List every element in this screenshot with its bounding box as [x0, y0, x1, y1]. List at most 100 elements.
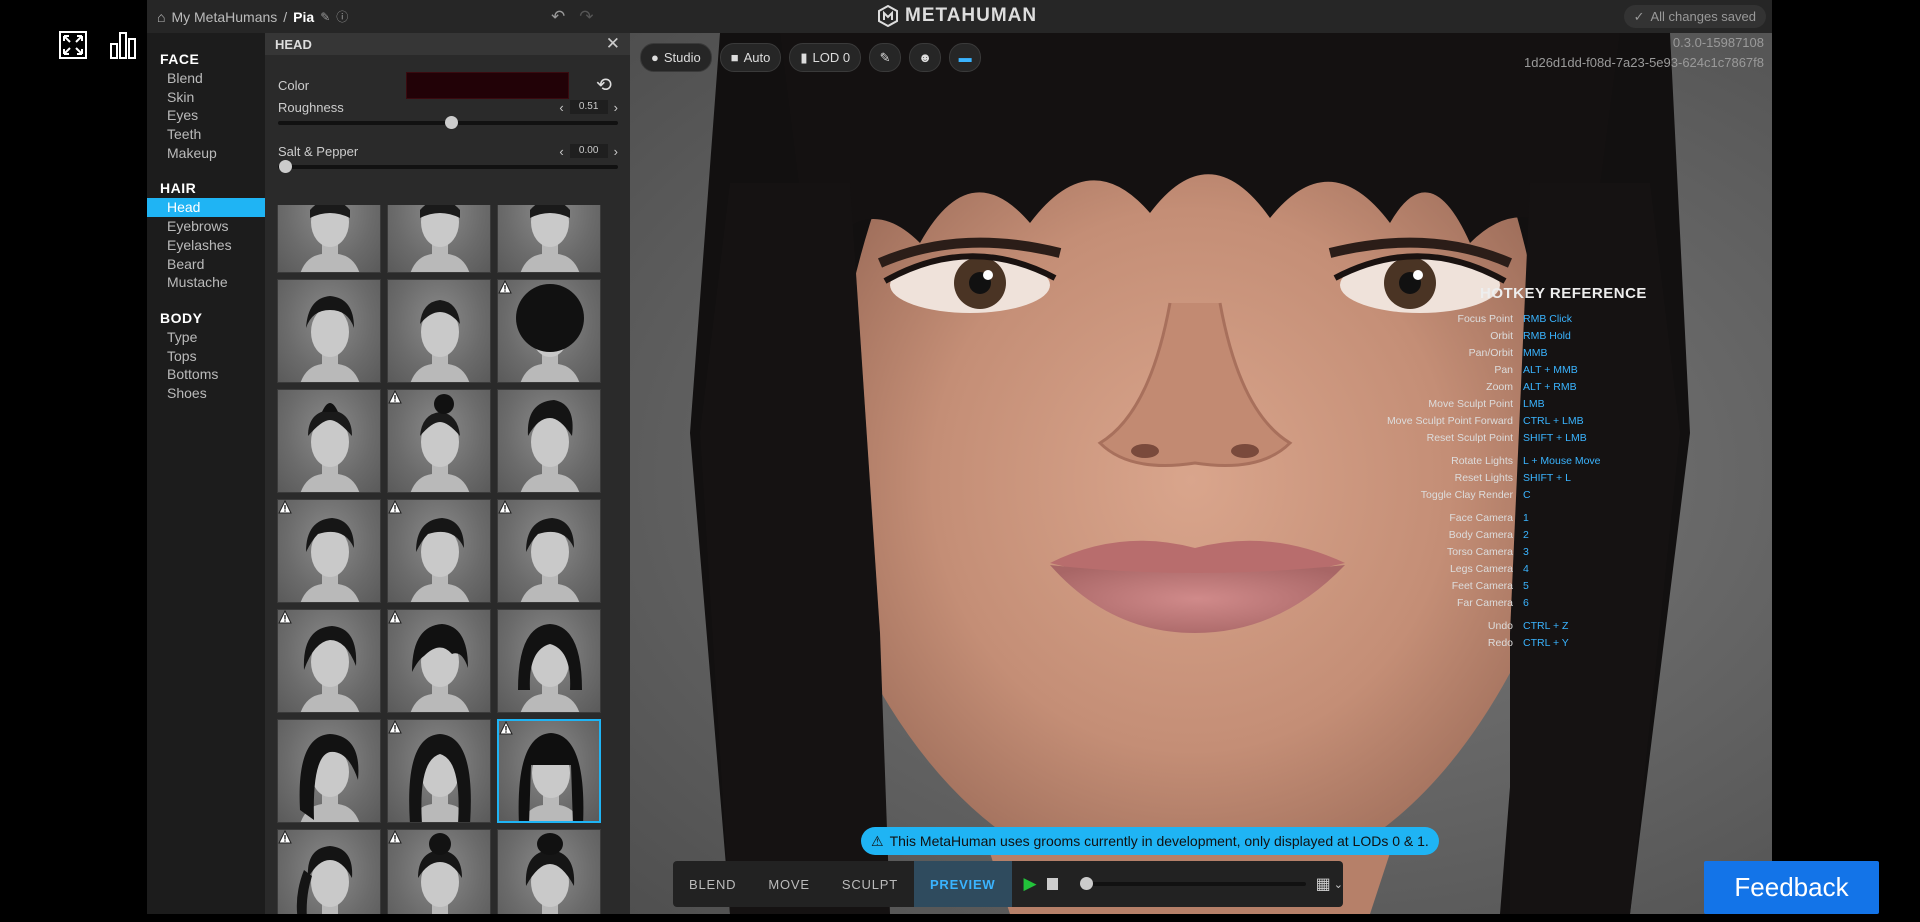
redo-icon[interactable]: ↷ — [579, 7, 593, 27]
hairstyle-preview — [518, 733, 584, 821]
render-mode-button[interactable]: ✎ — [869, 43, 902, 72]
hairstyle-tile[interactable] — [277, 829, 381, 914]
logo-text: METAHUMAN — [905, 5, 1038, 26]
hairstyle-tile[interactable] — [497, 829, 601, 914]
salt-pepper-thumb[interactable] — [278, 160, 292, 173]
nav-heading: BODY — [160, 309, 203, 326]
hairstyle-tile[interactable] — [497, 609, 601, 713]
nav-item-shoes[interactable]: Shoes — [147, 384, 265, 403]
hairstyle-tile[interactable] — [277, 389, 381, 493]
stats-icon[interactable] — [106, 28, 140, 62]
info-icon[interactable]: ⓘ — [336, 8, 348, 25]
animation-select[interactable]: ▦ ⌄ — [1316, 874, 1343, 894]
lod-button[interactable]: ▮ LOD 0 — [789, 43, 862, 72]
mode-preview[interactable]: PREVIEW — [913, 861, 1012, 907]
clay-render-button[interactable]: ☻ — [909, 43, 942, 72]
salt-pepper-track[interactable] — [278, 160, 618, 173]
edit-icon[interactable]: ✎ — [320, 10, 330, 24]
auto-label: Auto — [743, 50, 771, 65]
keyboard-button[interactable]: ▬ — [949, 43, 982, 72]
top-bar: ⌂ My MetaHumans / Pia ✎ ⓘ ↶ ↷ METAHUMAN … — [147, 0, 1772, 33]
timeline-thumb[interactable] — [1080, 877, 1094, 890]
nav-item-tops[interactable]: Tops — [147, 347, 265, 366]
nav-item-eyelashes[interactable]: Eyelashes — [147, 236, 265, 255]
warning-icon — [388, 390, 402, 404]
hairstyle-tile[interactable] — [497, 279, 601, 383]
nav-item-mustache[interactable]: Mustache — [147, 273, 265, 292]
hotkey-key: 1 — [1523, 512, 1529, 524]
hairstyle-tile[interactable] — [497, 205, 601, 273]
hairstyle-tile[interactable] — [387, 609, 491, 713]
hairstyle-preview — [520, 518, 580, 602]
chevron-right-icon[interactable]: › — [614, 100, 618, 115]
nav-item-beard[interactable]: Beard — [147, 255, 265, 274]
build-info: 0.3.0-15987108 1d26d1dd-f08d-7a23-5e93-6… — [1524, 33, 1764, 73]
nav-item-blend[interactable]: Blend — [147, 69, 265, 88]
nav-item-teeth[interactable]: Teeth — [147, 125, 265, 144]
hairstyle-preview — [410, 518, 470, 602]
fullscreen-icon[interactable] — [56, 28, 90, 62]
color-swatch[interactable] — [406, 72, 569, 99]
hotkey-action: Far Camera — [1456, 597, 1513, 609]
hotkey-row: Redo CTRL + Y — [1310, 637, 1772, 651]
hotkey-action: Legs Camera — [1449, 563, 1513, 575]
build-hash: 1d26d1dd-f08d-7a23-5e93-624c1c7867f8 — [1524, 55, 1764, 70]
3d-viewport[interactable]: ● Studio ■ Auto ▮ LOD 0 ✎ ☻ ▬ 0.3.0-1598… — [630, 33, 1772, 914]
chevron-left-icon[interactable]: ‹ — [559, 100, 563, 115]
breadcrumb-root[interactable]: My MetaHumans — [171, 9, 277, 25]
hotkey-action: Torso Camera — [1447, 546, 1513, 558]
notice-text: This MetaHuman uses grooms currently in … — [889, 833, 1429, 849]
hairstyle-tile[interactable] — [497, 389, 601, 493]
stop-icon[interactable] — [1046, 878, 1058, 890]
chevron-left-icon[interactable]: ‹ — [559, 144, 563, 159]
camera-auto-button[interactable]: ■ Auto — [719, 43, 782, 72]
roughness-value[interactable]: 0.51 — [569, 100, 608, 114]
warning-icon — [388, 720, 402, 734]
hairstyle-tile[interactable] — [387, 499, 491, 603]
mode-sculpt[interactable]: SCULPT — [826, 861, 914, 907]
close-icon[interactable]: ✕ — [606, 34, 620, 54]
feedback-button[interactable]: Feedback — [1704, 861, 1879, 914]
roughness-thumb[interactable] — [445, 116, 459, 129]
hairstyle-preview — [409, 734, 471, 822]
mode-move[interactable]: MOVE — [752, 861, 825, 907]
nav-item-type[interactable]: Type — [147, 328, 265, 347]
nav-item-head[interactable]: Head — [147, 198, 265, 218]
play-icon[interactable]: ▶ — [1024, 874, 1037, 894]
home-icon[interactable]: ⌂ — [157, 9, 165, 25]
hairstyle-tile[interactable] — [387, 279, 491, 383]
hairstyle-tile[interactable] — [277, 499, 381, 603]
hotkey-action: Reset Lights — [1454, 472, 1513, 484]
hairstyle-preview — [299, 734, 360, 822]
animation-timeline[interactable] — [1080, 877, 1306, 890]
hairstyle-tile[interactable] — [497, 719, 601, 823]
hairstyle-tile[interactable] — [387, 205, 491, 273]
lighting-studio-button[interactable]: ● Studio — [640, 43, 712, 72]
hairstyle-tile[interactable] — [387, 719, 491, 823]
hairstyle-tile[interactable] — [497, 499, 601, 603]
hotkey-key: RMB Hold — [1523, 330, 1571, 342]
hairstyle-tile[interactable] — [277, 279, 381, 383]
mode-blend[interactable]: BLEND — [673, 861, 752, 907]
hairstyle-tile[interactable] — [277, 609, 381, 713]
lod-icon: ▮ — [800, 49, 808, 65]
nav-item-makeup[interactable]: Makeup — [147, 144, 265, 163]
nav-item-eyes[interactable]: Eyes — [147, 106, 265, 125]
hairstyle-tile[interactable] — [387, 829, 491, 914]
roughness-track[interactable] — [278, 116, 618, 129]
hairstyle-tile[interactable] — [277, 205, 381, 273]
roughness-slider: Roughness ‹ 0.51 › — [278, 99, 618, 129]
nav-item-bottoms[interactable]: Bottoms — [147, 365, 265, 384]
hotkey-action: Feet Camera — [1451, 580, 1513, 592]
viewport-toolbar: ● Studio ■ Auto ▮ LOD 0 ✎ ☻ ▬ — [640, 43, 982, 72]
salt-pepper-value[interactable]: 0.00 — [569, 144, 608, 158]
hairstyle-tile[interactable] — [277, 719, 381, 823]
light-bulb-icon: ● — [651, 50, 659, 65]
nav-item-skin[interactable]: Skin — [147, 88, 265, 107]
reset-icon[interactable]: ⟲ — [596, 74, 612, 97]
undo-icon[interactable]: ↶ — [551, 7, 565, 27]
video-camera-icon: ■ — [730, 50, 739, 65]
hairstyle-tile[interactable] — [387, 389, 491, 493]
nav-item-eyebrows[interactable]: Eyebrows — [147, 217, 265, 236]
chevron-right-icon[interactable]: › — [614, 144, 618, 159]
